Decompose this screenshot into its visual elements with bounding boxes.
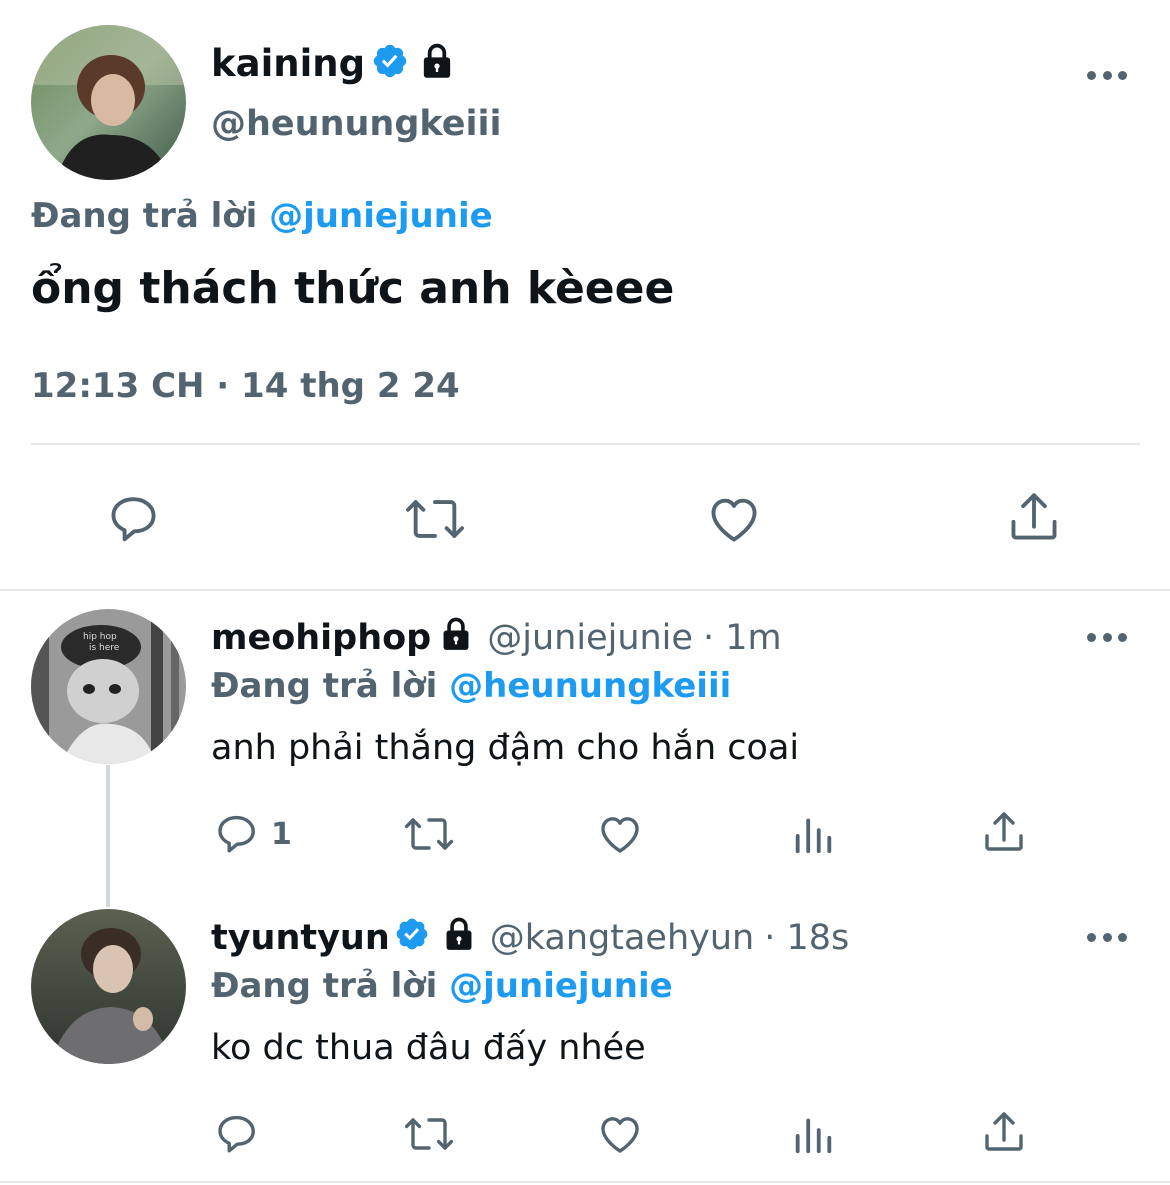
replying-to-line: Đang trả lời @juniejunie [211,966,673,1006]
thread-line [106,765,110,907]
retweet-icon[interactable] [402,1110,456,1158]
handle[interactable]: @juniejunie [487,618,693,658]
reply-icon[interactable] [105,490,163,548]
tweet-text: anh phải thắng đậm cho hắn coai [211,728,800,768]
avatar-meohiphop[interactable]: hip hop is here [31,609,186,764]
replying-to-line: Đang trả lời @heunungkeiii [211,666,731,706]
views-icon[interactable] [790,810,836,858]
bottom-divider [0,1181,1170,1183]
tweet-timestamp[interactable]: 12:13 CH · 14 thg 2 24 [31,366,460,406]
retweet-icon[interactable] [402,810,456,858]
more-icon[interactable] [1087,627,1127,647]
reply-count: 1 [271,816,292,852]
share-icon[interactable] [980,808,1028,856]
lock-icon [419,42,455,84]
replying-to-link[interactable]: @juniejunie [269,196,493,236]
replying-to-line: Đang trả lời @juniejunie [31,196,493,236]
replying-to-link[interactable]: @heunungkeiii [449,666,731,706]
verified-badge-icon [394,916,430,961]
retweet-icon[interactable] [403,490,467,548]
avatar-kaining[interactable] [31,25,186,180]
views-icon[interactable] [790,1110,836,1158]
handle[interactable]: @heunungkeiii [211,104,501,144]
replying-prefix: Đang trả lời [211,966,438,1006]
tweet-text: ko dc thua đâu đấy nhée [211,1028,646,1068]
display-name[interactable]: meohiphop [211,618,431,658]
avatar-cap-text: hip hop [83,632,117,642]
replying-to-link[interactable]: @juniejunie [449,966,673,1006]
reply-icon[interactable] [213,1110,261,1158]
display-name[interactable]: tyuntyun [211,918,390,958]
svg-text:is here: is here [89,643,120,653]
replying-prefix: Đang trả lời [31,196,258,236]
share-icon[interactable] [1005,488,1063,546]
verified-badge-icon [371,42,409,84]
share-icon[interactable] [980,1108,1028,1156]
display-name[interactable]: kaining [211,42,365,85]
more-icon[interactable] [1087,927,1127,947]
tweet-time[interactable]: · 18s [764,918,849,958]
divider [31,443,1140,445]
like-icon[interactable] [596,810,644,858]
more-icon[interactable] [1087,65,1127,85]
like-icon[interactable] [705,490,763,548]
avatar-tyuntyun[interactable] [31,909,186,1064]
handle[interactable]: @kangtaehyun [490,918,754,958]
lock-icon [439,616,473,661]
reply-icon[interactable]: 1 [213,810,292,858]
tweet-text: ổng thách thức anh kèeee [31,263,675,314]
lock-icon [442,916,476,961]
section-divider [0,589,1170,591]
tweet-time[interactable]: · 1m [703,618,782,658]
replying-prefix: Đang trả lời [211,666,438,706]
like-icon[interactable] [596,1110,644,1158]
